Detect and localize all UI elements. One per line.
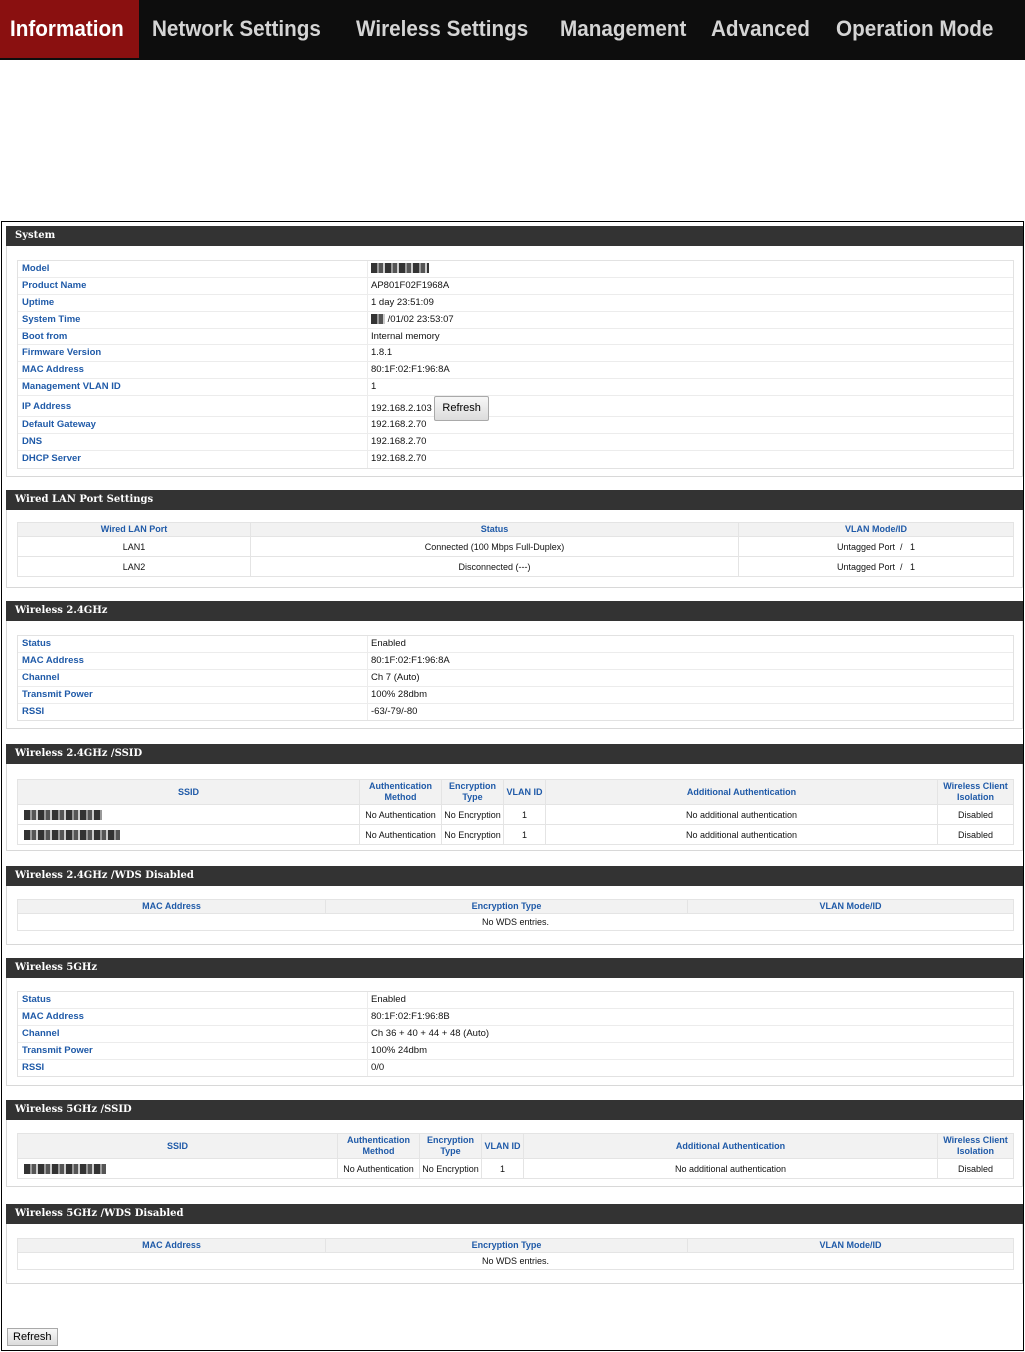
tab-network-settings[interactable]: Network Settings [152,0,321,58]
wireless-24-wds-table: MAC Address Encryption Type VLAN Mode/ID… [17,899,1014,931]
top-nav: Information Network Settings Wireless Se… [0,0,1025,60]
wireless-5-table: Status Enabled MAC Address 80:1F:02:F1:96:… [17,991,1014,1078]
wireless-24-wds-section: Wireless 2.4GHz /WDS Disabled MAC Addres… [6,866,1023,945]
table-row: Transmit Power 100% 24dbm [18,1042,1013,1060]
table-row: System Time /01/02 23:53:07 [18,311,1013,329]
wireless-5-wds-section: Wireless 5GHz /WDS Disabled MAC Address … [6,1204,1023,1284]
section-title: Wireless 5GHz [6,958,1023,978]
table-row: LAN1 Connected (100 Mbps Full-Duplex) Un… [17,536,1014,557]
wired-lan-table: Wired LAN Port Status VLAN Mode/ID LAN1 … [17,522,1014,577]
table-row: Model [18,261,1013,278]
tab-information[interactable]: Information [0,0,139,58]
table-row: Management VLAN ID 1 [18,379,1013,397]
table-row: DNS 192.168.2.70 [18,434,1013,451]
table-row: Uptime 1 day 23:51:09 [18,294,1013,312]
table-row: Channel Ch 36 + 40 + 44 + 48 (Auto) [18,1025,1013,1043]
wireless-5-wds-table: MAC Address Encryption Type VLAN Mode/ID… [17,1238,1014,1270]
system-section: System Model Product Name AP801F02F1968A … [6,226,1023,477]
table-row: MAC Address 80:1F:02:F1:96:8A [18,652,1013,670]
system-table: Model Product Name AP801F02F1968A Uptime 1… [17,260,1014,469]
wireless-24-ssid-table: SSID Authentication Method Encryption Ty… [17,779,1014,845]
table-row: MAC Address 80:1F:02:F1:96:8A [18,362,1013,380]
tab-operation-mode[interactable]: Operation Mode [836,0,993,58]
table-row: No Authentication No Encryption 1 No add… [17,824,1014,845]
section-title: Wireless 5GHz /SSID [6,1100,1023,1120]
wireless-24-section: Wireless 2.4GHz Status Enabled MAC Addres… [6,601,1023,729]
content-frame: System Model Product Name AP801F02F1968A … [1,221,1024,1351]
tab-management[interactable]: Management [560,0,686,58]
table-row: No Authentication No Encryption 1 No add… [17,1158,1014,1179]
table-row: Default Gateway 192.168.2.70 [18,417,1013,435]
table-row: Boot from Internal memory [18,328,1013,346]
refresh-button[interactable]: Refresh [7,1328,58,1346]
wired-lan-section: Wired LAN Port Settings Wired LAN Port S… [6,490,1023,588]
table-row: Status Enabled [18,636,1013,653]
table-row: RSSI -63/-79/-80 [18,703,1013,721]
footer: Refresh [7,1328,58,1346]
table-row: No Authentication No Encryption 1 No add… [17,804,1014,825]
section-title: Wireless 5GHz /WDS Disabled [6,1204,1023,1224]
section-title: Wired LAN Port Settings [6,490,1023,510]
section-title: Wireless 2.4GHz /WDS Disabled [6,866,1023,886]
table-row: Status Enabled [18,992,1013,1009]
tab-wireless-settings[interactable]: Wireless Settings [356,0,528,58]
wireless-5-ssid-table: SSID Authentication Method Encryption Ty… [17,1133,1014,1179]
ssid-redacted [17,824,360,845]
tab-advanced[interactable]: Advanced [711,0,810,58]
model-value-redacted [371,261,429,277]
ssid-redacted [17,804,360,825]
section-title: Wireless 2.4GHz /SSID [6,744,1023,764]
table-row: Channel Ch 7 (Auto) [18,669,1013,687]
section-title: System [6,226,1023,246]
table-row: DHCP Server 192.168.2.70 [18,450,1013,468]
wireless-24-ssid-section: Wireless 2.4GHz /SSID SSID Authenticatio… [6,744,1023,851]
table-row: RSSI 0/0 [18,1059,1013,1077]
wireless-24-table: Status Enabled MAC Address 80:1F:02:F1:96:… [17,635,1014,722]
wireless-5-section: Wireless 5GHz Status Enabled MAC Address 8… [6,958,1023,1086]
table-row: Product Name AP801F02F1968A [18,277,1013,295]
wireless-5-ssid-section: Wireless 5GHz /SSID SSID Authentication … [6,1100,1023,1187]
table-row: LAN2 Disconnected (---) Untagged Port / … [17,556,1014,577]
table-row: Transmit Power 100% 28dbm [18,686,1013,704]
ssid-redacted [17,1158,338,1179]
table-row: MAC Address 80:1F:02:F1:96:8B [18,1008,1013,1026]
table-row: No WDS entries. [17,1252,1014,1270]
section-title: Wireless 2.4GHz [6,601,1023,621]
table-row: No WDS entries. [17,913,1014,931]
table-row: Firmware Version 1.8.1 [18,345,1013,363]
table-row: IP Address 192.168.2.103 Refresh [18,396,1013,422]
